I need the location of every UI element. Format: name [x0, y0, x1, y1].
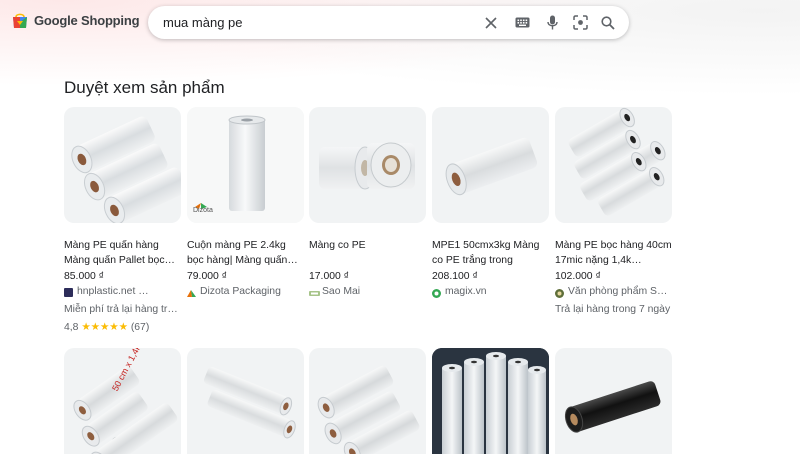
rating-value: 4,8 [64, 322, 79, 333]
store-name[interactable]: Văn phòng phẩm S… [555, 284, 673, 300]
star-rating-icon: ★★★★★ [81, 322, 128, 333]
store-name[interactable]: Dizota Packaging [187, 284, 305, 300]
product-card[interactable]: Dizota Cuộn màng PE 2.4kg bọc hàng| Màng… [187, 107, 305, 300]
search-icon[interactable] [599, 14, 616, 31]
product-image[interactable]: Dizota [187, 107, 304, 223]
search-box[interactable] [148, 6, 629, 39]
product-image[interactable] [187, 348, 304, 454]
google-shopping-logo[interactable]: Google Shopping [12, 12, 140, 29]
product-price: 79.000 ₫ [187, 271, 227, 282]
store-logo-icon [309, 288, 320, 297]
store-logo-icon [187, 288, 196, 297]
product-price: 17.000 ₫ [309, 271, 349, 282]
store-logo-icon [432, 288, 441, 298]
product-image[interactable] [555, 348, 672, 454]
section-title: Duyệt xem sản phẩm [64, 78, 225, 97]
product-card[interactable]: Màng PE bọc hàng 40cm 17mic nặng 1,4k… 1… [555, 107, 673, 318]
product-card[interactable]: Màng co PE 17.000 ₫ Sao Mai [309, 107, 427, 300]
product-title[interactable]: MPE1 50cmx3kg Màng co PE trắng trong [432, 238, 550, 268]
product-image[interactable]: 50 cm x 1,4kg [64, 348, 181, 454]
store-label: Dizota Packaging [200, 286, 281, 297]
product-title[interactable]: Màng PE bọc hàng 40cm 17mic nặng 1,4k… [555, 238, 673, 268]
microphone-icon[interactable] [544, 14, 561, 31]
review-count: (67) [130, 322, 150, 333]
product-image[interactable] [309, 107, 426, 223]
shopping-bag-icon [12, 12, 28, 29]
store-name[interactable]: hnplastic.net … [64, 284, 182, 300]
camera-search-icon[interactable] [572, 14, 589, 31]
keyboard-icon[interactable] [514, 14, 531, 31]
product-price: 208.100 ₫ [432, 271, 478, 282]
header: Google Shopping [0, 0, 800, 48]
product-price: 85.000 ₫ [64, 271, 104, 282]
product-card[interactable] [309, 348, 427, 454]
product-card[interactable] [555, 348, 673, 454]
product-title[interactable]: Cuộn màng PE 2.4kg bọc hàng| Màng quấn… [187, 238, 305, 268]
product-card[interactable]: Màng PE quấn hàng Màng quấn Pallet bọc… … [64, 107, 182, 336]
product-title[interactable]: Màng co PE [309, 238, 427, 268]
store-logo-icon [64, 287, 73, 297]
store-name[interactable]: Sao Mai [309, 284, 427, 300]
store-label: hnplastic.net … [77, 286, 149, 297]
product-image[interactable] [309, 348, 426, 454]
close-icon[interactable] [482, 14, 499, 31]
store-label: Văn phòng phẩm S… [568, 286, 668, 297]
product-title[interactable]: Màng PE quấn hàng Màng quấn Pallet bọc… [64, 238, 182, 268]
rating: 4,8 ★★★★★ (67) [64, 319, 182, 336]
store-logo-icon [555, 288, 564, 298]
product-card[interactable] [432, 348, 550, 454]
store-name[interactable]: magix.vn [432, 284, 550, 300]
return-policy: Miễn phí trả lại hàng tr… [64, 304, 178, 315]
search-input[interactable] [163, 14, 463, 31]
return-policy: Trả lại hàng trong 7 ngày [555, 304, 671, 315]
product-card[interactable]: MPE1 50cmx3kg Màng co PE trắng trong 208… [432, 107, 550, 300]
image-watermark: Dizota [193, 207, 213, 214]
product-image[interactable] [432, 107, 549, 223]
logo-text: Google Shopping [34, 13, 140, 28]
product-image[interactable] [432, 348, 549, 454]
product-card[interactable]: 50 cm x 1,4kg [64, 348, 182, 454]
product-image[interactable] [555, 107, 672, 223]
store-label: magix.vn [445, 286, 487, 297]
product-image[interactable] [64, 107, 181, 223]
product-card[interactable] [187, 348, 305, 454]
store-label: Sao Mai [322, 286, 361, 297]
product-price: 102.000 ₫ [555, 271, 601, 282]
